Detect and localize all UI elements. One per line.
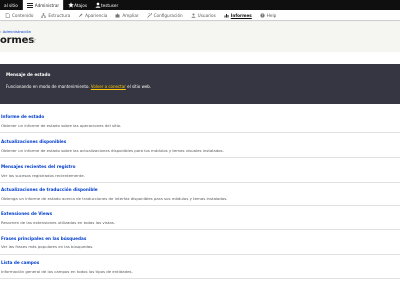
report-link-field-list[interactable]: Lista de campos	[1, 260, 39, 265]
report-link-top-search-phrases[interactable]: Frases principales en las búsquedas	[1, 236, 86, 241]
list-divider	[0, 205, 400, 206]
back-to-site-label: al sitio	[4, 2, 18, 8]
list-divider	[0, 278, 400, 279]
wrench-icon	[146, 12, 152, 18]
back-to-site-link[interactable]: al sitio	[0, 0, 22, 10]
tray-item-label: Usuarios	[197, 12, 216, 18]
tray-item-label: Help	[266, 12, 277, 18]
file-icon	[5, 12, 10, 18]
list-divider	[0, 229, 400, 230]
report-link-available-updates[interactable]: Actualizaciones disponibles	[1, 139, 66, 144]
list-divider	[0, 132, 400, 133]
tray-item-label: Contenido	[12, 12, 34, 18]
list-divider	[0, 254, 400, 255]
breadcrumb-separator: ›	[0, 29, 2, 34]
status-body-suffix: el sitio web.	[125, 84, 152, 89]
user-tab[interactable]: testuser	[91, 0, 122, 10]
breadcrumb-link-administration[interactable]: Administración	[3, 29, 31, 34]
breadcrumb: › Administración	[0, 29, 31, 34]
report-desc: Obtener un informe de estado sobre las o…	[1, 123, 122, 128]
people-icon	[191, 13, 196, 18]
reconnect-link[interactable]: Volver a conectar	[91, 84, 126, 89]
report-desc: Obtener un informe de estado sobre las a…	[1, 148, 224, 153]
tray-item-help[interactable]: ? Help	[256, 10, 281, 21]
manage-tab[interactable]: Administrar	[22, 0, 64, 10]
tray-item-structure[interactable]: Estructura	[37, 10, 74, 21]
menu-icon	[26, 2, 33, 8]
toolbar-bar: al sitio Administrar Atajos testuser	[0, 0, 400, 10]
shortcuts-tab[interactable]: Atajos	[64, 0, 91, 10]
tray-item-appearance[interactable]: Apariencia	[74, 10, 111, 21]
list-divider	[0, 157, 400, 158]
report-desc: Información general de los campos en tod…	[1, 269, 133, 274]
puzzle-icon	[115, 13, 120, 17]
status-message-title: Mensaje de estado	[6, 72, 51, 77]
report-link-translation-updates[interactable]: Actualizaciones de traducción disponible	[1, 187, 98, 192]
manage-label: Administrar	[34, 2, 60, 8]
shortcut-star-icon[interactable]: ☆	[29, 36, 37, 46]
admin-menu-tray: Contenido Estructura Apariencia Ampliar …	[0, 10, 400, 21]
tray-item-label: Configuración	[153, 12, 183, 18]
tray-item-label: Informes	[230, 12, 252, 18]
chart-icon	[224, 13, 229, 17]
tray-item-reports[interactable]: Informes	[220, 10, 256, 21]
paint-icon	[78, 13, 83, 17]
help-icon: ?	[260, 12, 265, 17]
svg-text:?: ?	[261, 13, 263, 17]
list-divider	[0, 182, 400, 183]
shortcuts-label: Atajos	[74, 2, 88, 8]
report-desc: Ver los sucesos registrados recientement…	[1, 173, 85, 178]
report-link-recent-log-messages[interactable]: Mensajes recientes del registro	[1, 164, 75, 169]
page-header	[0, 22, 400, 52]
report-link-views-plugins[interactable]: Extensiones de Views	[1, 211, 52, 216]
status-body-prefix: Funcionando en modo de mantenimiento.	[6, 84, 91, 89]
status-message-body: Funcionando en modo de mantenimiento. Vo…	[6, 84, 151, 89]
user-label: testuser	[101, 2, 119, 8]
report-link-status[interactable]: Informe de estado	[1, 114, 44, 119]
report-desc: Resumen de las extensiones utilizadas en…	[1, 220, 115, 225]
tray-item-extend[interactable]: Ampliar	[111, 10, 142, 21]
tray-item-content[interactable]: Contenido	[1, 10, 37, 21]
sitemap-icon	[41, 12, 47, 18]
tray-item-configuration[interactable]: Configuración	[143, 10, 187, 21]
tray-item-label: Apariencia	[85, 12, 108, 18]
tray-item-label: Ampliar	[122, 12, 139, 18]
report-desc: Obtenga un informe de estado acerca de t…	[1, 196, 228, 201]
report-desc: Ver las frases más populares en las búsq…	[1, 244, 94, 249]
tray-item-label: Estructura	[48, 12, 71, 18]
tray-item-people[interactable]: Usuarios	[187, 10, 220, 21]
